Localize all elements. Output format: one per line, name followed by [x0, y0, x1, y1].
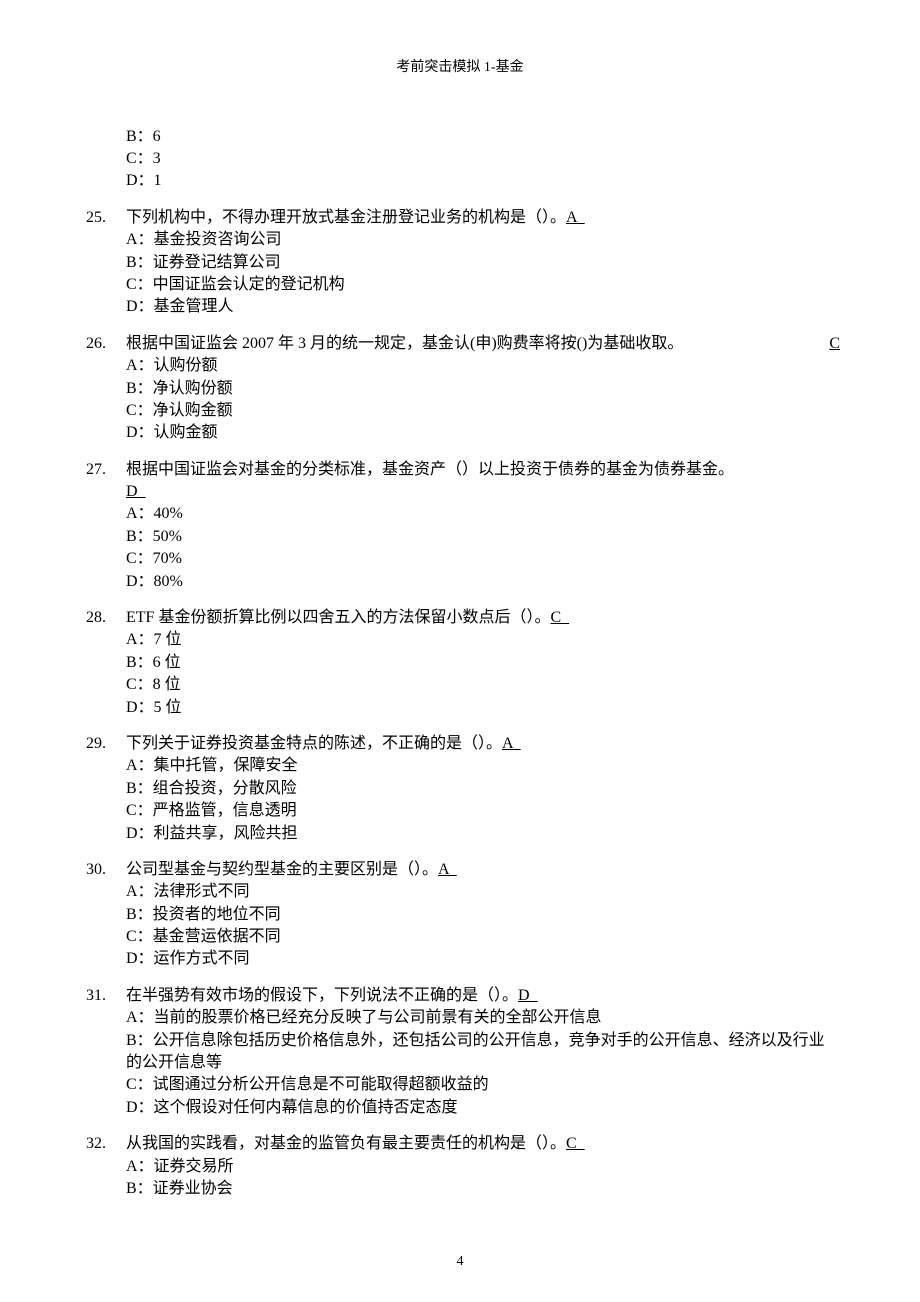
option-item: D：基金管理人: [126, 296, 840, 318]
question-line: 26. C 根据中国证监会 2007 年 3 月的统一规定，基金认(申)购费率将按(…: [80, 333, 840, 355]
question-text-content: 公司型基金与契约型基金的主要区别是（）。: [126, 861, 438, 878]
question-text: 公司型基金与契约型基金的主要区别是（）。A: [126, 859, 840, 881]
option-item: C：严格监管，信息透明: [126, 800, 840, 822]
question-block: 25.下列机构中，不得办理开放式基金注册登记业务的机构是（）。A A：基金投资咨…: [80, 207, 840, 319]
options-list: A：集中托管，保障安全B：组合投资，分散风险C：严格监管，信息透明D：利益共享，…: [80, 755, 840, 845]
question-number: 31.: [80, 985, 126, 1007]
options-list: A：40%B：50%C：70%D：80%: [80, 503, 840, 593]
option-item: C：中国证监会认定的登记机构: [126, 274, 840, 296]
question-number: 27.: [80, 459, 126, 481]
question-text: 根据中国证监会对基金的分类标准，基金资产（）以上投资于债券的基金为债券基金。: [126, 459, 840, 481]
option-item: D：这个假设对任何内幕信息的价值持否定态度: [126, 1097, 840, 1119]
option-item: A：40%: [126, 503, 840, 525]
answer-label: C: [550, 609, 569, 626]
options-list: A：认购份额B：净认购份额C：净认购金额D：认购金额: [80, 355, 840, 445]
option-d: D：1: [126, 170, 840, 192]
page-number: 4: [0, 1252, 920, 1272]
options-list: A：法律形式不同B：投资者的地位不同C：基金营运依据不同D：运作方式不同: [80, 881, 840, 971]
question-number: 26.: [80, 333, 126, 355]
option-item: C：8 位: [126, 674, 840, 696]
question-text: 下列机构中，不得办理开放式基金注册登记业务的机构是（）。A: [126, 207, 840, 229]
option-item: B：50%: [126, 526, 840, 548]
question-block: 26. C 根据中国证监会 2007 年 3 月的统一规定，基金认(申)购费率将按(…: [80, 333, 840, 445]
question-text-content: 在半强势有效市场的假设下，下列说法不正确的是（）。: [126, 987, 518, 1004]
option-item: C：试图通过分析公开信息是不可能取得超额收益的: [126, 1074, 840, 1096]
question-number: 25.: [80, 207, 126, 229]
option-item: B：公开信息除包括历史价格信息外，还包括公司的公开信息，竞争对手的公开信息、经济…: [126, 1030, 840, 1075]
question-number: 30.: [80, 859, 126, 881]
question-text: 下列关于证券投资基金特点的陈述，不正确的是（）。A: [126, 733, 840, 755]
answer-label: A: [438, 861, 457, 878]
option-item: B：证券业协会: [126, 1178, 840, 1200]
question-text-content: 从我国的实践看，对基金的监管负有最主要责任的机构是（）。: [126, 1135, 566, 1152]
option-item: C：净认购金额: [126, 400, 840, 422]
question-number: 28.: [80, 607, 126, 629]
answer-label: C: [566, 1135, 585, 1152]
option-item: B：6 位: [126, 652, 840, 674]
option-item: A：当前的股票价格已经充分反映了与公司前景有关的全部公开信息: [126, 1007, 840, 1029]
question-line: 32.从我国的实践看，对基金的监管负有最主要责任的机构是（）。C: [80, 1133, 840, 1155]
question-line: 28.ETF 基金份额折算比例以四舍五入的方法保留小数点后（）。C: [80, 607, 840, 629]
question-line: 29.下列关于证券投资基金特点的陈述，不正确的是（）。A: [80, 733, 840, 755]
question-line: 30.公司型基金与契约型基金的主要区别是（）。A: [80, 859, 840, 881]
question-block: 27.根据中国证监会对基金的分类标准，基金资产（）以上投资于债券的基金为债券基金…: [80, 459, 840, 593]
option-item: B：净认购份额: [126, 378, 840, 400]
option-item: D：利益共享，风险共担: [126, 823, 840, 845]
question-number: 32.: [80, 1133, 126, 1155]
option-c: C：3: [126, 148, 840, 170]
option-item: A：7 位: [126, 629, 840, 651]
option-item: A：基金投资咨询公司: [126, 229, 840, 251]
question-number: 29.: [80, 733, 126, 755]
document-page: 考前突击模拟 1-基金 B：6 C：3 D：1 25.下列机构中，不得办理开放式…: [0, 0, 920, 1302]
question-block: 32.从我国的实践看，对基金的监管负有最主要责任的机构是（）。C A：证券交易所…: [80, 1133, 840, 1200]
option-item: C：70%: [126, 548, 840, 570]
answer-label: A: [502, 735, 521, 752]
question-block: 28.ETF 基金份额折算比例以四舍五入的方法保留小数点后（）。C A：7 位B…: [80, 607, 840, 719]
options-list: A：7 位B：6 位C：8 位D：5 位: [80, 629, 840, 719]
option-item: A：证券交易所: [126, 1156, 840, 1178]
question-line: 27.根据中国证监会对基金的分类标准，基金资产（）以上投资于债券的基金为债券基金…: [80, 459, 840, 481]
question-line: 31.在半强势有效市场的假设下，下列说法不正确的是（）。D: [80, 985, 840, 1007]
option-b: B：6: [126, 126, 840, 148]
options-list: A：证券交易所B：证券业协会: [80, 1156, 840, 1201]
answer-label: C: [829, 333, 840, 355]
partial-options-block: B：6 C：3 D：1: [80, 126, 840, 193]
page-header-title: 考前突击模拟 1-基金: [80, 58, 840, 78]
option-item: C：基金营运依据不同: [126, 926, 840, 948]
option-item: A：集中托管，保障安全: [126, 755, 840, 777]
option-item: A：法律形式不同: [126, 881, 840, 903]
question-block: 31.在半强势有效市场的假设下，下列说法不正确的是（）。D A：当前的股票价格已…: [80, 985, 840, 1119]
answer-nextline-wrap: D: [80, 481, 840, 503]
answer-label: A: [566, 209, 585, 226]
option-item: D：认购金额: [126, 422, 840, 444]
option-item: B：组合投资，分散风险: [126, 778, 840, 800]
option-item: D：运作方式不同: [126, 948, 840, 970]
question-text: ETF 基金份额折算比例以四舍五入的方法保留小数点后（）。C: [126, 607, 840, 629]
question-text-content: 下列机构中，不得办理开放式基金注册登记业务的机构是（）。: [126, 209, 566, 226]
option-item: A：认购份额: [126, 355, 840, 377]
option-item: B：证券登记结算公司: [126, 252, 840, 274]
question-text: 在半强势有效市场的假设下，下列说法不正确的是（）。D: [126, 985, 840, 1007]
question-text-content: 根据中国证监会对基金的分类标准，基金资产（）以上投资于债券的基金为债券基金。: [126, 461, 734, 478]
option-item: D：80%: [126, 571, 840, 593]
question-text-content: 下列关于证券投资基金特点的陈述，不正确的是（）。: [126, 735, 502, 752]
option-item: D：5 位: [126, 697, 840, 719]
question-text-content: ETF 基金份额折算比例以四舍五入的方法保留小数点后（）。: [126, 609, 550, 626]
question-text: 根据中国证监会 2007 年 3 月的统一规定，基金认(申)购费率将按()为基础…: [126, 333, 840, 355]
answer-label: D: [518, 987, 538, 1004]
answer-label: D: [126, 483, 146, 500]
questions-container: 25.下列机构中，不得办理开放式基金注册登记业务的机构是（）。A A：基金投资咨…: [80, 207, 840, 1201]
question-block: 30.公司型基金与契约型基金的主要区别是（）。A A：法律形式不同B：投资者的地…: [80, 859, 840, 971]
question-line: 25.下列机构中，不得办理开放式基金注册登记业务的机构是（）。A: [80, 207, 840, 229]
question-text: 从我国的实践看，对基金的监管负有最主要责任的机构是（）。C: [126, 1133, 840, 1155]
options-list: A：当前的股票价格已经充分反映了与公司前景有关的全部公开信息B：公开信息除包括历…: [80, 1007, 840, 1119]
option-item: B：投资者的地位不同: [126, 904, 840, 926]
question-text-content: 根据中国证监会 2007 年 3 月的统一规定，基金认(申)购费率将按()为基础…: [126, 335, 683, 352]
options-list: A：基金投资咨询公司B：证券登记结算公司C：中国证监会认定的登记机构D：基金管理…: [80, 229, 840, 319]
question-block: 29.下列关于证券投资基金特点的陈述，不正确的是（）。A A：集中托管，保障安全…: [80, 733, 840, 845]
